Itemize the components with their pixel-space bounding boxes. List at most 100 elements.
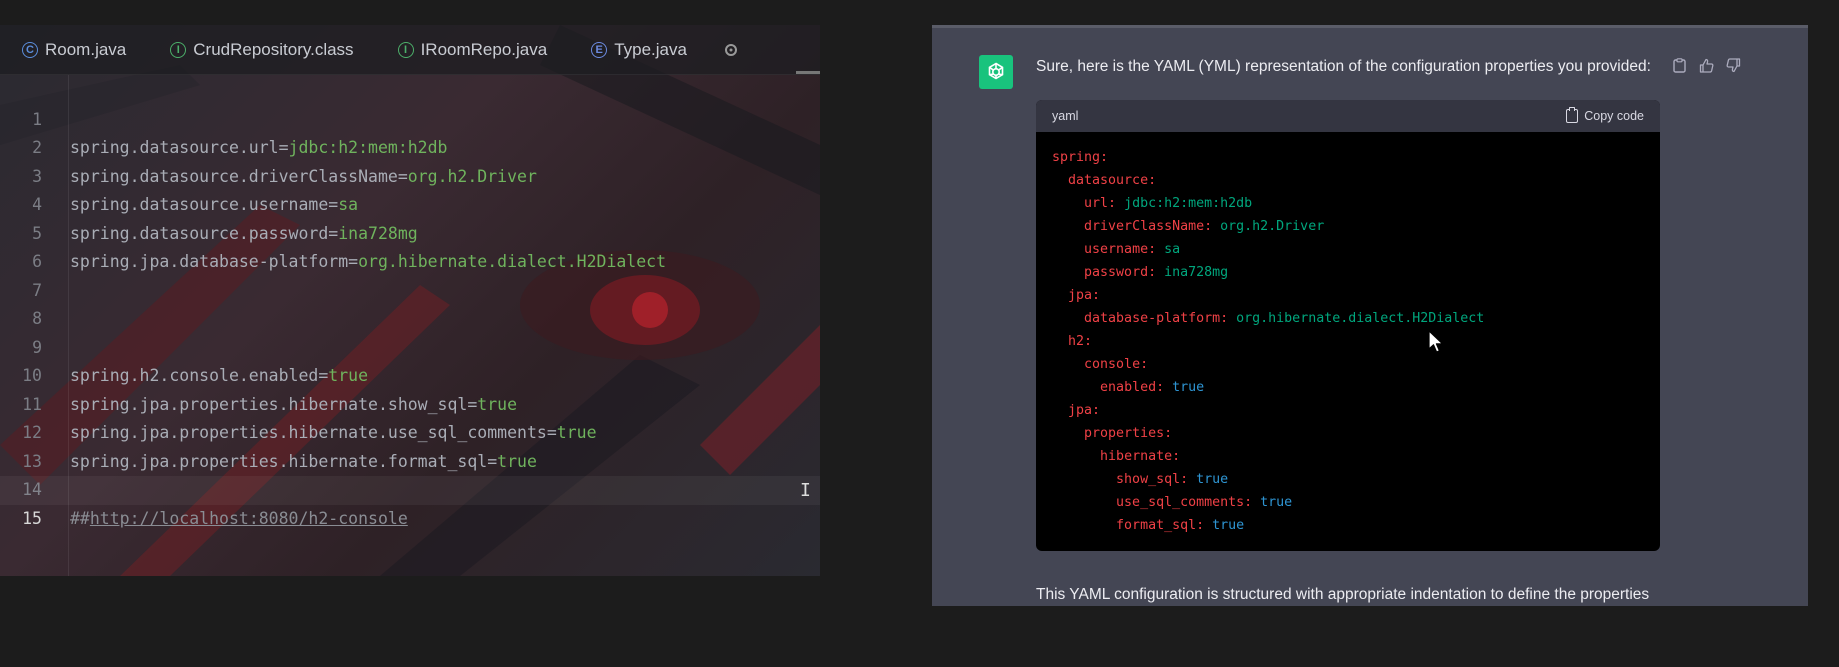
code-block: yaml Copy code spring: datasource: url: …: [1036, 100, 1660, 551]
code-line[interactable]: 9 spring.h2.console.enabled=true: [0, 305, 820, 386]
yaml-key: database-platform:: [1084, 311, 1229, 326]
code-line[interactable]: 5 spring.jpa.database-platform=org.hiber…: [0, 191, 820, 272]
class-icon: C: [22, 41, 38, 58]
yaml-key: password:: [1084, 265, 1157, 280]
thumbs-down-icon: [1726, 57, 1740, 72]
yaml-key: datasource:: [1068, 173, 1157, 188]
yaml-value: true: [1204, 518, 1245, 533]
yaml-value: jdbc:h2:mem:h2db: [1116, 196, 1253, 211]
code-line[interactable]: 3 spring.datasource.username=sa: [0, 134, 820, 215]
code-line[interactable]: 10 spring.jpa.properties.hibernate.show_…: [0, 334, 820, 414]
ide-window: C Room.java I CrudRepository.class I IRo…: [0, 25, 820, 576]
yaml-line: properties:: [1052, 422, 1644, 445]
yaml-value: org.hibernate.dialect.H2Dialect: [1228, 311, 1485, 326]
interface-icon: I: [397, 41, 414, 58]
yaml-line: password: ina728mg: [1052, 261, 1644, 284]
code-line[interactable]: 6: [0, 220, 820, 271]
openai-logo-icon: [988, 62, 1004, 80]
active-tab-indicator: [796, 71, 820, 74]
yaml-line: username: sa: [1052, 238, 1644, 261]
clipboard-icon: [1566, 107, 1579, 123]
thumbs-down-button[interactable]: [1724, 56, 1742, 74]
yaml-line: driverClassName: org.h2.Driver: [1052, 215, 1644, 238]
yaml-key: jpa:: [1068, 288, 1101, 303]
code-line[interactable]: 7: [0, 248, 820, 300]
code-line[interactable]: 4 spring.datasource.password=ina728mg: [0, 163, 820, 243]
tab-room-java[interactable]: C Room.java: [0, 25, 148, 74]
tab-type-java[interactable]: E Type.java: [569, 25, 709, 74]
yaml-line: jpa:: [1052, 399, 1644, 422]
yaml-line: spring:: [1052, 146, 1644, 169]
code-language-label: yaml: [1052, 109, 1079, 123]
copy-message-button[interactable]: [1670, 56, 1688, 74]
h2-console-link[interactable]: http://localhost:8080/h2-console: [90, 509, 408, 528]
thumbs-up-button[interactable]: [1697, 56, 1715, 74]
yaml-key: format_sql:: [1116, 518, 1205, 533]
yaml-value: sa: [1156, 242, 1181, 257]
yaml-key: jpa:: [1068, 403, 1101, 418]
yaml-value: true: [1164, 380, 1205, 395]
tab-overflow[interactable]: [709, 25, 737, 74]
yaml-key: username:: [1084, 242, 1157, 257]
yaml-line: database-platform: org.hibernate.dialect…: [1052, 307, 1644, 330]
yaml-line: h2:: [1052, 330, 1644, 353]
yaml-line: format_sql: true: [1052, 514, 1644, 537]
assistant-avatar: [979, 55, 1013, 89]
yaml-key: spring:: [1052, 150, 1109, 165]
clipboard-icon: [1672, 57, 1686, 73]
code-line[interactable]: 1 spring.datasource.url=jdbc:h2:mem:h2db: [0, 77, 820, 158]
code-editor[interactable]: 1 spring.datasource.url=jdbc:h2:mem:h2db…: [0, 75, 820, 576]
line-number: 15: [22, 508, 42, 528]
code-line[interactable]: 13: [0, 419, 820, 471]
yaml-line: enabled: true: [1052, 376, 1644, 399]
yaml-key: hibernate:: [1100, 449, 1181, 464]
mouse-pointer-icon: [1428, 330, 1444, 353]
chat-panel: Sure, here is the YAML (YML) representat…: [932, 25, 1808, 606]
code-line[interactable]: 12 spring.jpa.properties.hibernate.forma…: [0, 391, 820, 471]
yaml-line: use_sql_comments: true: [1052, 491, 1644, 514]
assistant-message-outro: This YAML configuration is structured wi…: [1036, 586, 1650, 603]
interface-icon: I: [170, 41, 187, 58]
yaml-key: enabled:: [1100, 380, 1165, 395]
copy-code-label: Copy code: [1584, 109, 1644, 123]
thumbs-up-icon: [1699, 58, 1713, 73]
yaml-value: org.h2.Driver: [1212, 219, 1325, 234]
yaml-line: hibernate:: [1052, 445, 1644, 468]
tab-crudrepository-class[interactable]: I CrudRepository.class: [148, 25, 375, 74]
yaml-key: driverClassName:: [1084, 219, 1213, 234]
tab-label: Room.java: [45, 39, 127, 59]
enum-icon: E: [591, 41, 608, 58]
text-cursor-icon: I: [800, 480, 811, 501]
yaml-line: show_sql: true: [1052, 468, 1644, 491]
tab-iroomrepo-java[interactable]: I IRoomRepo.java: [376, 25, 570, 74]
comment-prefix: ##: [70, 508, 90, 528]
yaml-value: true: [1252, 495, 1293, 510]
assistant-message-intro: Sure, here is the YAML (YML) representat…: [1036, 58, 1651, 75]
code-line[interactable]: 11 spring.jpa.properties.hibernate.use_s…: [0, 362, 820, 443]
yaml-line: url: jdbc:h2:mem:h2db: [1052, 192, 1644, 215]
copy-code-button[interactable]: Copy code: [1566, 107, 1644, 123]
tab-label: CrudRepository.class: [193, 39, 354, 59]
yaml-line: console:: [1052, 353, 1644, 376]
gear-icon: [724, 43, 737, 56]
yaml-line: jpa:: [1052, 284, 1644, 307]
code-line[interactable]: 8: [0, 277, 820, 328]
yaml-key: url:: [1084, 196, 1117, 211]
yaml-key: properties:: [1084, 426, 1173, 441]
yaml-key: console:: [1084, 357, 1149, 372]
yaml-line: datasource:: [1052, 169, 1644, 192]
yaml-key: h2:: [1068, 334, 1093, 349]
editor-tab-bar: C Room.java I CrudRepository.class I IRo…: [0, 25, 820, 75]
code-line[interactable]: 2 spring.datasource.driverClassName=org.…: [0, 106, 820, 186]
tab-label: IRoomRepo.java: [420, 39, 548, 59]
yaml-code[interactable]: spring: datasource: url: jdbc:h2:mem:h2d…: [1036, 132, 1660, 537]
message-actions: [1670, 56, 1742, 74]
yaml-key: show_sql:: [1116, 472, 1189, 487]
yaml-key: use_sql_comments:: [1116, 495, 1253, 510]
code-line[interactable]: 14 ##http://localhost:8080/h2-console: [0, 448, 820, 528]
yaml-value: ina728mg: [1156, 265, 1229, 280]
code-block-header: yaml Copy code: [1036, 100, 1660, 132]
yaml-value: true: [1188, 472, 1229, 487]
code-line-current[interactable]: 15: [0, 476, 820, 528]
tab-label: Type.java: [614, 39, 687, 59]
